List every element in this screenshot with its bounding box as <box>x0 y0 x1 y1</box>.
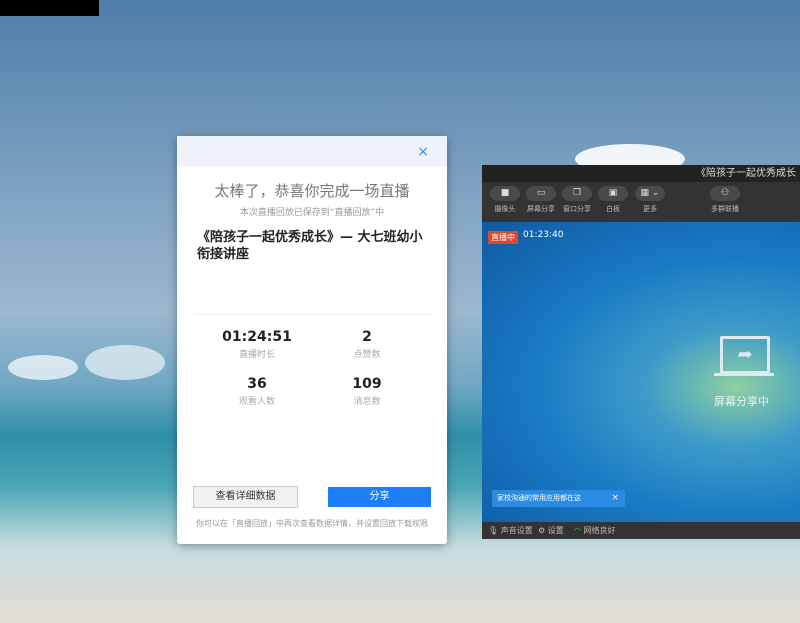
stat-value: 36 <box>247 376 267 392</box>
audio-settings[interactable]: 🎙 声音设置 <box>488 522 533 539</box>
live-finished-dialog: × 太棒了，恭喜你完成一场直播 本次直播回放已保存到“直播回放”中 《陪孩子一起… <box>177 136 447 544</box>
stat-viewers: 36 观看人数 <box>197 376 317 407</box>
stat-duration: 01:24:51 直播时长 <box>197 329 317 360</box>
live-stream-window: 《陪孩子一起优秀成长 ■ 摄像头 ▭ 屏幕分享 ❐ 窗口分享 ▣ 白板 ▦ ⌄ … <box>482 165 800 539</box>
stat-value: 2 <box>362 329 372 345</box>
toolbar-whiteboard[interactable]: ▣ 白板 <box>596 186 630 214</box>
stat-label: 观看人数 <box>238 397 275 407</box>
live-badge: 直播中 <box>488 231 518 244</box>
lesson-title: 《陪孩子一起优秀成长》— 大七班幼小衔接讲座 <box>197 230 423 262</box>
close-icon[interactable]: × <box>611 490 619 507</box>
whiteboard-icon: ▣ <box>598 186 628 201</box>
cloud <box>85 345 165 380</box>
dialog-title: 太棒了，恭喜你完成一场直播 <box>214 182 410 200</box>
dialog-subtitle: 本次直播回放已保存到“直播回放”中 <box>239 208 385 218</box>
live-toolbar: ■ 摄像头 ▭ 屏幕分享 ❐ 窗口分享 ▣ 白板 ▦ ⌄ 更多 ⚇ 多群联播 <box>482 182 800 222</box>
view-details-button[interactable]: 查看详细数据 <box>193 486 298 508</box>
screen-share-icon: ▭ <box>526 186 556 201</box>
toolbar-label: 白板 <box>606 205 620 213</box>
stat-value: 109 <box>352 376 382 392</box>
settings-label: 设置 <box>547 526 564 535</box>
window-title: 《陪孩子一起优秀成长 <box>482 165 800 182</box>
cloud <box>8 355 78 380</box>
toolbar-camera[interactable]: ■ 摄像头 <box>488 186 522 214</box>
microphone-icon: 🎙 <box>488 526 499 535</box>
toolbar-window-share[interactable]: ❐ 窗口分享 <box>560 186 594 214</box>
toolbar-label: 多群联播 <box>711 205 739 213</box>
live-timer: 01:23:40 <box>523 230 564 240</box>
toolbar-multi-stream[interactable]: ⚇ 多群联播 <box>708 186 742 214</box>
divider <box>195 314 433 315</box>
screen-share-status-icon: ➦ <box>720 336 770 374</box>
multi-stream-icon: ⚇ <box>710 186 740 201</box>
stat-messages: 109 消息数 <box>307 376 427 407</box>
live-preview-screen: 直播中 01:23:40 ➦ 屏幕分享中 家校沟通的常用应用都在这 × <box>482 222 800 522</box>
screen-share-status: 屏幕分享中 <box>714 395 769 408</box>
wifi-icon: ◠ <box>574 526 581 535</box>
network-status: ◠ 网络良好 <box>574 522 616 539</box>
dialog-header: × <box>177 136 447 166</box>
stat-likes: 2 点赞数 <box>307 329 427 360</box>
toolbar-label: 更多 <box>643 205 657 213</box>
stat-value: 01:24:51 <box>222 329 292 345</box>
toolbar-label: 窗口分享 <box>563 205 591 213</box>
tooltip-text: 家校沟通的常用应用都在这 <box>497 494 581 502</box>
camera-icon: ■ <box>490 186 520 201</box>
share-button[interactable]: 分享 <box>328 487 431 507</box>
window-share-icon: ❐ <box>562 186 592 201</box>
more-icon: ▦ ⌄ <box>635 186 665 201</box>
dialog-footer-note: 你可以在「直播回放」中再次查看数据详情，并设置回放下载权限 <box>196 519 428 528</box>
tooltip: 家校沟通的常用应用都在这 × <box>492 490 625 507</box>
toolbar-more[interactable]: ▦ ⌄ 更多 <box>633 186 667 214</box>
redacted-block <box>0 0 99 16</box>
toolbar-label: 摄像头 <box>494 205 516 213</box>
toolbar-screen-share[interactable]: ▭ 屏幕分享 <box>524 186 558 214</box>
stat-label: 直播时长 <box>238 350 275 360</box>
status-bar: 🎙 声音设置 ⚙ 设置 ◠ 网络良好 <box>482 522 800 539</box>
monitor-stand <box>714 373 774 376</box>
close-icon[interactable]: × <box>417 144 429 160</box>
settings[interactable]: ⚙ 设置 <box>538 522 564 539</box>
stat-label: 消息数 <box>353 397 381 407</box>
stat-label: 点赞数 <box>353 350 381 360</box>
toolbar-label: 屏幕分享 <box>527 205 555 213</box>
gear-icon: ⚙ <box>538 526 546 535</box>
audio-settings-label: 声音设置 <box>500 526 533 535</box>
network-label: 网络良好 <box>583 526 616 535</box>
